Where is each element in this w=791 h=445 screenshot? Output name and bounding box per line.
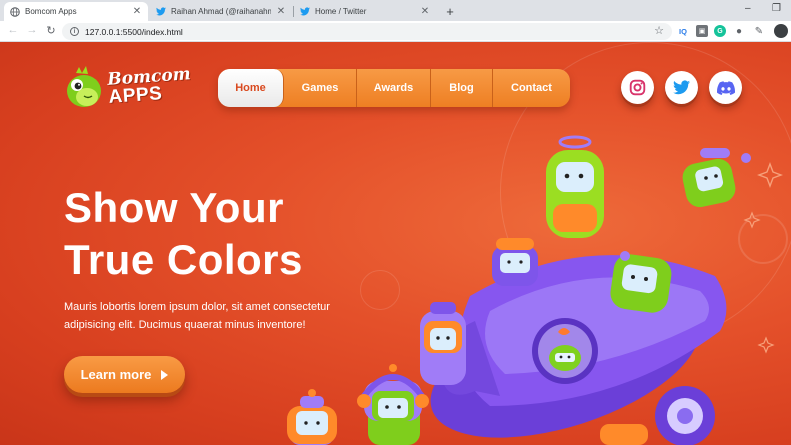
reload-icon[interactable]: ↻ xyxy=(44,24,58,37)
logo-text-apps: APPS xyxy=(107,83,163,108)
forward-arrow-icon[interactable]: → xyxy=(25,24,39,36)
profile-avatar[interactable] xyxy=(774,24,788,38)
nav-awards[interactable]: Awards xyxy=(357,69,431,107)
new-tab-button[interactable]: + xyxy=(443,4,457,19)
tab-title: Bomcom Apps xyxy=(25,7,77,16)
play-arrow-icon xyxy=(161,369,169,380)
twitter-bird-icon xyxy=(156,7,166,17)
url-text: 127.0.0.1:5500/index.html xyxy=(85,26,183,37)
back-arrow-icon[interactable]: ← xyxy=(6,24,20,36)
twitter-icon xyxy=(673,80,690,95)
screenshot-extension-icon[interactable]: ▣ xyxy=(696,25,708,37)
iq-extension-icon[interactable]: IQ xyxy=(677,25,689,37)
minimize-button[interactable]: – xyxy=(745,3,751,14)
close-tab-icon[interactable]: ✕ xyxy=(276,6,286,17)
nav-blog[interactable]: Blog xyxy=(431,69,493,107)
nav-home[interactable]: Home xyxy=(218,69,284,107)
bookmark-star-icon[interactable]: ☆ xyxy=(654,24,664,37)
grammarly-icon[interactable]: G xyxy=(714,25,726,37)
instagram-button[interactable] xyxy=(621,71,654,104)
learn-more-button[interactable]: Learn more xyxy=(64,356,185,393)
robot-rocket-illustration xyxy=(287,135,783,445)
close-tab-icon[interactable]: ✕ xyxy=(132,6,142,17)
restore-button[interactable]: ❐ xyxy=(772,3,781,14)
twitter-bird-icon xyxy=(300,7,310,17)
learn-more-label: Learn more xyxy=(80,367,152,382)
eyedropper-icon[interactable]: ✎ xyxy=(753,25,765,37)
instagram-icon xyxy=(629,79,646,96)
tab-bomcom-apps[interactable]: Bomcom Apps ✕ xyxy=(4,2,148,21)
tab-title: Home / Twitter xyxy=(315,7,367,16)
main-nav: Home Games Awards Blog Contact xyxy=(218,69,570,107)
nav-contact[interactable]: Contact xyxy=(493,69,570,107)
brand-logo[interactable]: Bomcom APPS xyxy=(64,65,191,109)
twitter-button[interactable] xyxy=(665,71,698,104)
globe-icon xyxy=(10,6,20,17)
tab-raihan-ahmad[interactable]: Raihan Ahmad (@raihanahmad0 ✕ xyxy=(150,2,292,21)
browser-toolbar: ← → ↻ i 127.0.0.1:5500/index.html ☆ IQ ▣… xyxy=(0,21,791,42)
address-bar[interactable]: i 127.0.0.1:5500/index.html ☆ xyxy=(62,23,672,40)
tab-title: Raihan Ahmad (@raihanahmad0 xyxy=(171,7,271,16)
nav-games[interactable]: Games xyxy=(284,69,357,107)
discord-button[interactable] xyxy=(709,71,742,104)
close-tab-icon[interactable]: ✕ xyxy=(420,6,430,17)
site-info-icon[interactable]: i xyxy=(70,27,79,36)
browser-tab-bar: Bomcom Apps ✕ Raihan Ahmad (@raihanahmad… xyxy=(0,0,791,21)
web-page: Bomcom APPS Home Games Awards Blog Conta… xyxy=(0,42,791,445)
tab-home-twitter[interactable]: Home / Twitter ✕ xyxy=(294,2,436,21)
microphone-icon[interactable]: ● xyxy=(733,25,745,37)
dino-mascot-icon xyxy=(67,66,101,107)
discord-icon xyxy=(716,80,735,95)
